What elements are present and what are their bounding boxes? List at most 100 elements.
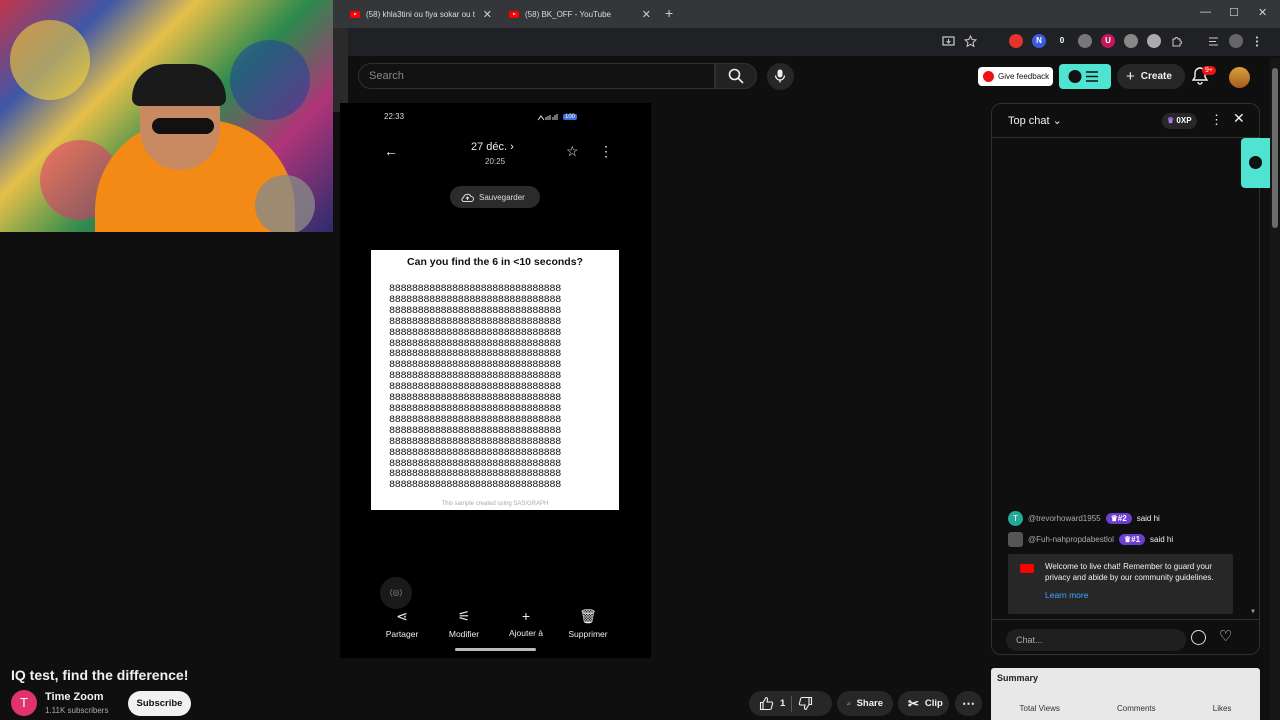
notification-badge: 9+: [1202, 66, 1216, 75]
browser-menu-icon[interactable]: [1252, 35, 1262, 48]
youtube-favicon-icon: [350, 10, 360, 18]
scrollbar-thumb[interactable]: [1272, 68, 1278, 228]
chat-text: said hi: [1150, 535, 1174, 544]
minimize-button[interactable]: —: [1200, 6, 1211, 18]
add-to-action: + Ajouter à: [496, 608, 556, 638]
plus-icon: +: [1126, 68, 1135, 85]
digit-grid-row: 888888888888888888888888888888: [389, 479, 561, 492]
extension-side-tab[interactable]: [1241, 138, 1270, 188]
youtube-logo-icon: [1020, 564, 1034, 573]
toolbar-icons: N 0 U: [942, 34, 1262, 48]
digit-grid: 888888888888888888888888888888 8888888888…: [389, 284, 561, 491]
extension-u-icon[interactable]: U: [1101, 34, 1115, 48]
streamer-sunglasses: [152, 118, 214, 134]
bookmark-star-icon[interactable]: [964, 34, 977, 48]
wall-graffiti: [10, 20, 90, 100]
more-actions-button[interactable]: ⋯: [955, 691, 982, 716]
like-icon[interactable]: [759, 696, 774, 711]
close-chat-icon[interactable]: ✕: [1233, 110, 1245, 127]
delete-action-label: Supprimer: [568, 629, 608, 639]
give-feedback-button[interactable]: Give feedback: [978, 67, 1053, 86]
browser-tab-1[interactable]: (58) khla3tini ou fiya sokar ou t ✕: [350, 4, 492, 24]
summary-widget: Summary Total Views Comments Likes: [991, 668, 1260, 720]
share-button[interactable]: Share: [837, 691, 893, 716]
channel-avatar[interactable]: T: [11, 690, 37, 716]
welcome-text: Welcome to live chat! Remember to guard …: [1045, 562, 1214, 582]
cloud-upload-icon: [461, 193, 474, 202]
video-player[interactable]: 22:33 100 ← 27 déc. › 20:25 ☆ ⋮ Sauvegar…: [340, 103, 651, 658]
scissors-icon: ✂: [908, 695, 919, 711]
dislike-icon[interactable]: [798, 696, 813, 711]
digit-grid-row: 888888888888888888888888888888: [389, 435, 561, 448]
digit-grid-row: 888888888888888888888888888888: [389, 315, 561, 328]
feedback-label: Give feedback: [998, 72, 1050, 81]
subscriber-count: 1.11K subscribers: [45, 706, 109, 715]
puzzle-title: Can you find the 6 in <10 seconds?: [407, 256, 583, 268]
user-avatar: [1008, 532, 1023, 547]
streamer-hair: [132, 64, 226, 106]
crown-icon: ♛: [1110, 514, 1118, 523]
subscribe-button[interactable]: Subscribe: [128, 691, 191, 716]
new-tab-button[interactable]: +: [665, 5, 673, 21]
scroll-down-icon[interactable]: ▼: [1250, 609, 1256, 615]
clip-button[interactable]: ✂ Clip: [898, 691, 949, 716]
photo-date: 27 déc. ›: [471, 141, 514, 153]
chat-text: said hi: [1136, 514, 1160, 523]
rank-value: #2: [1117, 514, 1127, 523]
iq-puzzle-image: Can you find the 6 in <10 seconds? 88888…: [371, 250, 619, 510]
search-input[interactable]: Search: [358, 63, 715, 89]
install-app-icon[interactable]: [942, 35, 955, 48]
share-action-label: Partager: [385, 629, 419, 639]
chat-input-area: Chat... ♡: [992, 619, 1259, 654]
account-avatar[interactable]: [1229, 67, 1250, 88]
summary-col-likes: Likes: [1212, 704, 1232, 713]
extension-red-icon[interactable]: [1009, 34, 1023, 48]
close-window-button[interactable]: ✕: [1258, 6, 1267, 19]
media-control-icon[interactable]: [1207, 35, 1220, 48]
chat-input[interactable]: Chat...: [1006, 629, 1186, 651]
create-label: Create: [1140, 71, 1172, 82]
learn-more-link[interactable]: Learn more: [1045, 590, 1088, 600]
chevron-down-icon: ⌄: [1052, 115, 1062, 127]
search-icon: [728, 68, 744, 84]
extension-grey-icon[interactable]: [1078, 34, 1092, 48]
browser-tab-2[interactable]: (58) BK_OFF - YouTube ✕: [509, 4, 651, 24]
extension-menu-button[interactable]: [1059, 64, 1111, 89]
tab-close-icon[interactable]: ✕: [642, 8, 651, 21]
wall-graffiti: [230, 40, 310, 120]
extension-menu-icon: [1068, 70, 1098, 83]
rank-value: #1: [1131, 535, 1141, 544]
search-button[interactable]: [715, 63, 757, 89]
channel-name[interactable]: Time Zoom: [45, 691, 103, 703]
share-label: Share: [856, 698, 883, 709]
create-button[interactable]: + Create: [1117, 64, 1185, 89]
extension-zero-icon[interactable]: 0: [1055, 34, 1069, 48]
profile-avatar-icon[interactable]: [1229, 34, 1243, 48]
youtube-favicon-icon: [509, 10, 519, 18]
chat-username[interactable]: @trevorhoward1955: [1028, 514, 1101, 523]
maximize-button[interactable]: ☐: [1229, 6, 1239, 19]
extension-circle-icon[interactable]: [1147, 34, 1161, 48]
trash-icon: 🗑: [579, 608, 597, 624]
heart-icon[interactable]: ♡: [1219, 627, 1232, 645]
chat-more-icon[interactable]: ⋮: [1210, 112, 1223, 128]
digit-grid-row: 888888888888888888888888888888: [389, 326, 561, 339]
tab-close-icon[interactable]: ✕: [483, 8, 492, 21]
extensions-puzzle-icon[interactable]: [1170, 35, 1183, 48]
welcome-banner: Welcome to live chat! Remember to guard …: [1008, 554, 1233, 614]
video-title: IQ test, find the difference!: [11, 667, 189, 683]
signal-icon: [537, 114, 558, 121]
gesture-bar: [455, 648, 536, 651]
clip-label: Clip: [924, 698, 943, 709]
feedback-logo-icon: [983, 71, 994, 82]
page-scrollbar[interactable]: [1270, 58, 1280, 720]
top-chat-dropdown[interactable]: Top chat ⌄: [1008, 114, 1062, 127]
chat-username[interactable]: @Fuh-nahpropdabestlol: [1028, 535, 1114, 544]
voice-search-button[interactable]: [767, 63, 794, 90]
webcam-overlay: [0, 0, 333, 232]
emoji-icon[interactable]: [1191, 630, 1206, 645]
extension-arrow-icon[interactable]: [1124, 34, 1138, 48]
top-chat-label: Top chat: [1008, 115, 1050, 127]
extension-n-icon[interactable]: N: [1032, 34, 1046, 48]
xp-badge[interactable]: ♛ 0XP: [1162, 113, 1197, 129]
